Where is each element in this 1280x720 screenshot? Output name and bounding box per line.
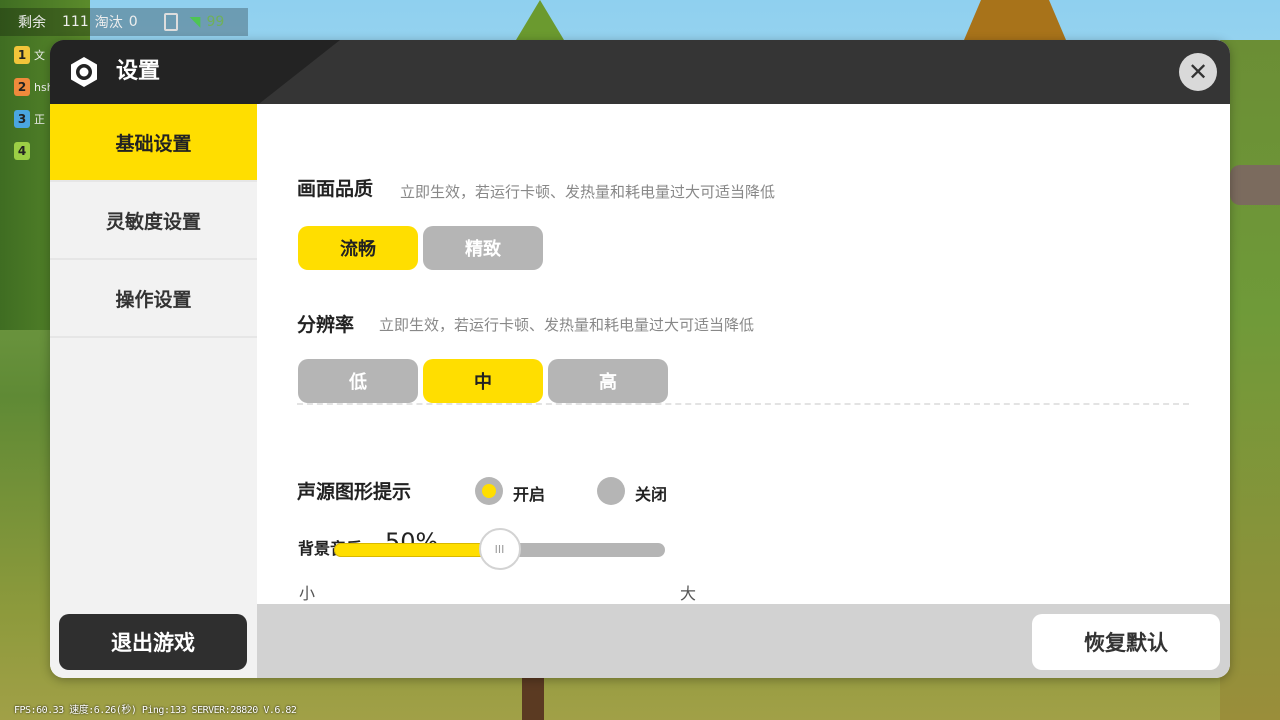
sidebar-item-controls[interactable]: 操作设置 xyxy=(50,260,257,338)
bgm-max-label: 大 xyxy=(680,584,697,603)
rank-item: 1 文 xyxy=(14,44,54,66)
resolution-title: 分辨率 xyxy=(297,314,355,336)
background-structure xyxy=(964,0,1066,40)
sound-hint-title: 声源图形提示 xyxy=(297,481,412,503)
background-tree-top xyxy=(516,0,564,40)
sidebar-item-label: 灵敏度设置 xyxy=(105,210,201,233)
rank-name: 正 xyxy=(34,113,45,126)
resolution-desc: 立即生效，若运行卡顿、发热量和耗电量过大可适当降低 xyxy=(379,316,755,334)
exit-game-button[interactable]: 退出游戏 xyxy=(59,614,247,670)
background-trunk xyxy=(522,678,544,720)
dialog-header: 设置 ✕ xyxy=(50,40,1230,104)
remaining-label: 剩余 xyxy=(18,15,46,31)
rank-item: 2 hsh xyxy=(14,76,54,98)
eliminated-label: 淘汰 xyxy=(94,15,123,31)
dialog-footer: 恢复默认 xyxy=(257,604,1230,678)
rank-item: 3 正 xyxy=(14,108,54,130)
restore-defaults-button[interactable]: 恢复默认 xyxy=(1032,614,1220,670)
dialog-title: 设置 xyxy=(116,59,161,84)
radio-selected-dot xyxy=(482,484,496,498)
resolution-option-high[interactable]: 高 xyxy=(548,359,668,403)
settings-content: 画面品质 立即生效，若运行卡顿、发热量和耗电量过大可适当降低 流畅 精致 分辨率… xyxy=(257,104,1230,604)
sidebar-item-label: 基础设置 xyxy=(115,132,192,155)
rank-number: 2 xyxy=(14,78,30,96)
hud-status-bar: 剩余 111 淘汰 0 ◥ 99 xyxy=(0,8,248,36)
sidebar-item-label: 操作设置 xyxy=(115,288,192,311)
gear-icon xyxy=(71,57,97,87)
sidebar-item-basic[interactable]: 基础设置 xyxy=(50,104,257,182)
bgm-slider-fill xyxy=(334,543,500,557)
remaining-count: 111 xyxy=(62,14,89,30)
close-button[interactable]: ✕ xyxy=(1179,53,1217,91)
sound-hint-off-label: 关闭 xyxy=(635,485,668,504)
quality-title: 画面品质 xyxy=(297,178,374,200)
background-rock xyxy=(1230,165,1280,205)
debug-info: FPS:60.33 速度:6.26(秒) Ping:133 SERVER:288… xyxy=(14,705,297,716)
quality-desc: 立即生效，若运行卡顿、发热量和耗电量过大可适当降低 xyxy=(400,183,776,201)
sound-hint-on-radio[interactable] xyxy=(475,477,503,505)
battery-icon xyxy=(163,13,178,31)
sidebar-item-sensitivity[interactable]: 灵敏度设置 xyxy=(50,182,257,260)
quality-option-smooth[interactable]: 流畅 xyxy=(298,226,418,270)
resolution-option-medium[interactable]: 中 xyxy=(423,359,543,403)
signal-value: 99 xyxy=(206,14,225,30)
settings-dialog: 设置 ✕ 基础设置 灵敏度设置 操作设置 退出游戏 画面品质 立即生效，若运行卡… xyxy=(50,40,1230,678)
bgm-slider[interactable]: III xyxy=(334,528,665,570)
sound-hint-off-radio[interactable] xyxy=(597,477,625,505)
rank-number: 3 xyxy=(14,110,30,128)
eliminated-count: 0 xyxy=(128,14,138,30)
settings-sidebar: 基础设置 灵敏度设置 操作设置 退出游戏 xyxy=(50,104,257,678)
wifi-icon: ◥ xyxy=(189,14,201,30)
rank-item: 4 xyxy=(14,140,54,162)
bgm-slider-knob[interactable]: III xyxy=(478,528,521,570)
quality-option-fine[interactable]: 精致 xyxy=(423,226,543,270)
rank-name: 文 xyxy=(34,49,45,62)
sound-hint-on-label: 开启 xyxy=(513,485,546,504)
resolution-option-low[interactable]: 低 xyxy=(298,359,418,403)
rank-number: 4 xyxy=(14,142,30,160)
close-icon: ✕ xyxy=(1187,58,1209,86)
section-divider xyxy=(297,403,1189,405)
rank-number: 1 xyxy=(14,46,30,64)
bgm-min-label: 小 xyxy=(299,584,316,603)
